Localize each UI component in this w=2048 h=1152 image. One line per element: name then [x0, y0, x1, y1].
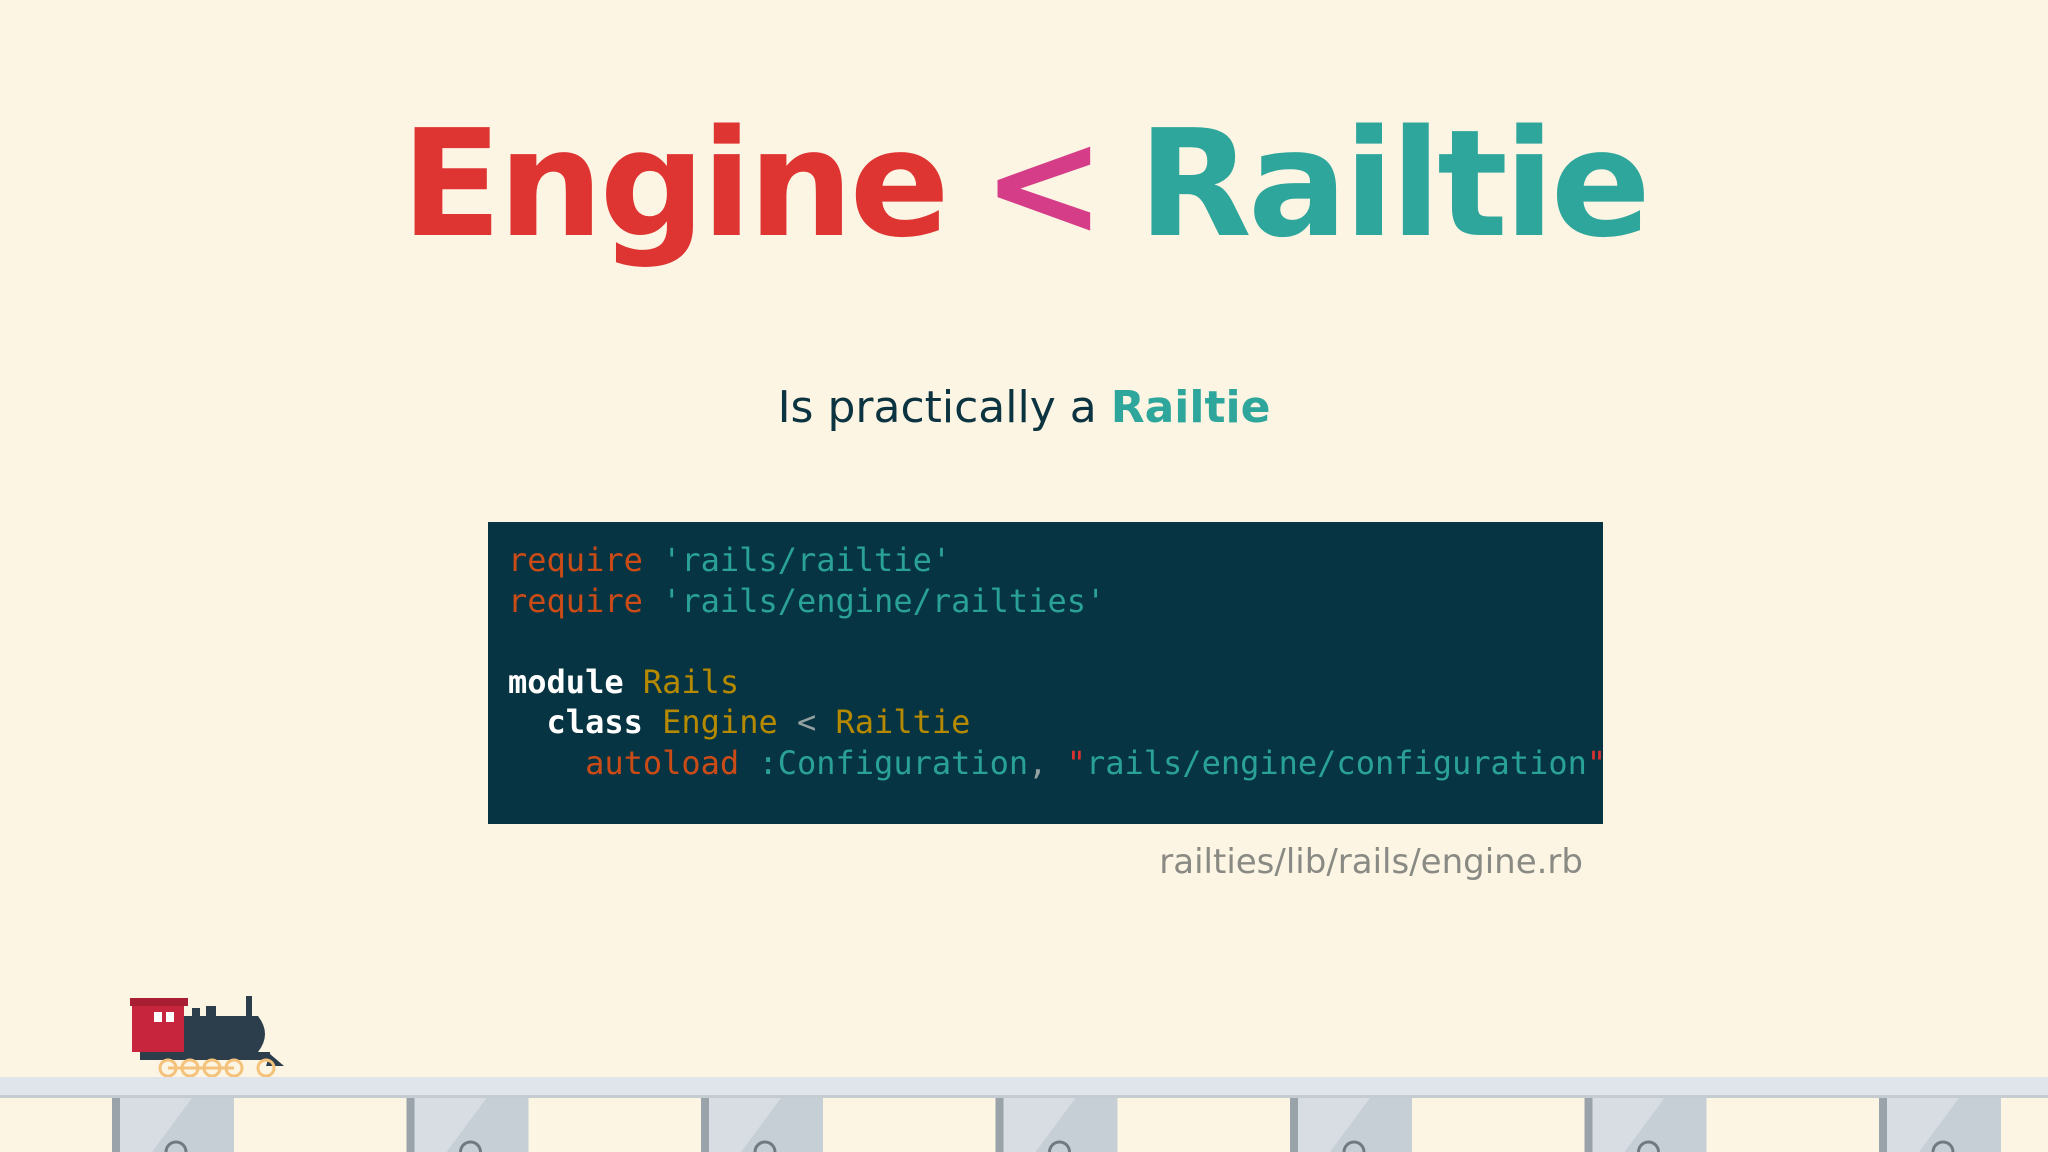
code-token: :Configuration: [758, 743, 1029, 782]
code-token: Engine: [662, 703, 778, 741]
code-line: class Engine < Railtie: [508, 702, 1583, 743]
code-token: 'rails/railtie': [662, 541, 952, 579]
code-token: rails/engine/configuration: [1085, 743, 1587, 782]
code-token: ": [1586, 743, 1607, 782]
subtitle-highlight: Railtie: [1110, 382, 1271, 433]
code-token: autoload: [585, 743, 740, 782]
code-token: Rails: [642, 662, 740, 701]
title-operator: <: [981, 98, 1106, 270]
code-line: require 'rails/railtie': [508, 540, 1583, 581]
railroad-track: [0, 1077, 2048, 1152]
code-line: module Rails: [508, 662, 1583, 703]
source-caption: railties/lib/rails/engine.rb: [1159, 842, 1583, 882]
code-token: require: [508, 581, 643, 620]
title-railtie: Railtie: [1137, 98, 1651, 270]
code-token: class: [546, 703, 643, 741]
subtitle-text: Is practically a: [777, 382, 1097, 433]
code-line: autoload :Configuration, "rails/engine/c…: [508, 743, 1606, 784]
code-token: ,: [1028, 743, 1067, 782]
code-token: ": [1066, 743, 1086, 782]
title-engine: Engine: [400, 98, 950, 270]
code-token: Railtie: [835, 703, 971, 741]
slide-subtitle: Is practically a Railtie: [0, 382, 2048, 433]
code-token: 'rails/engine/railties': [662, 581, 1106, 620]
slide: Engine < Railtie Is practically a Railtie …: [0, 0, 2048, 1152]
code-line: require 'rails/engine/railties': [508, 581, 1583, 622]
steam-locomotive-icon: [130, 996, 284, 1078]
code-block: require 'rails/railtie' require 'rails/en…: [488, 522, 1606, 824]
code-token: require: [508, 541, 643, 579]
code-token: <: [777, 703, 836, 741]
slide-title: Engine < Railtie: [0, 110, 2048, 258]
code-token: module: [508, 662, 624, 701]
